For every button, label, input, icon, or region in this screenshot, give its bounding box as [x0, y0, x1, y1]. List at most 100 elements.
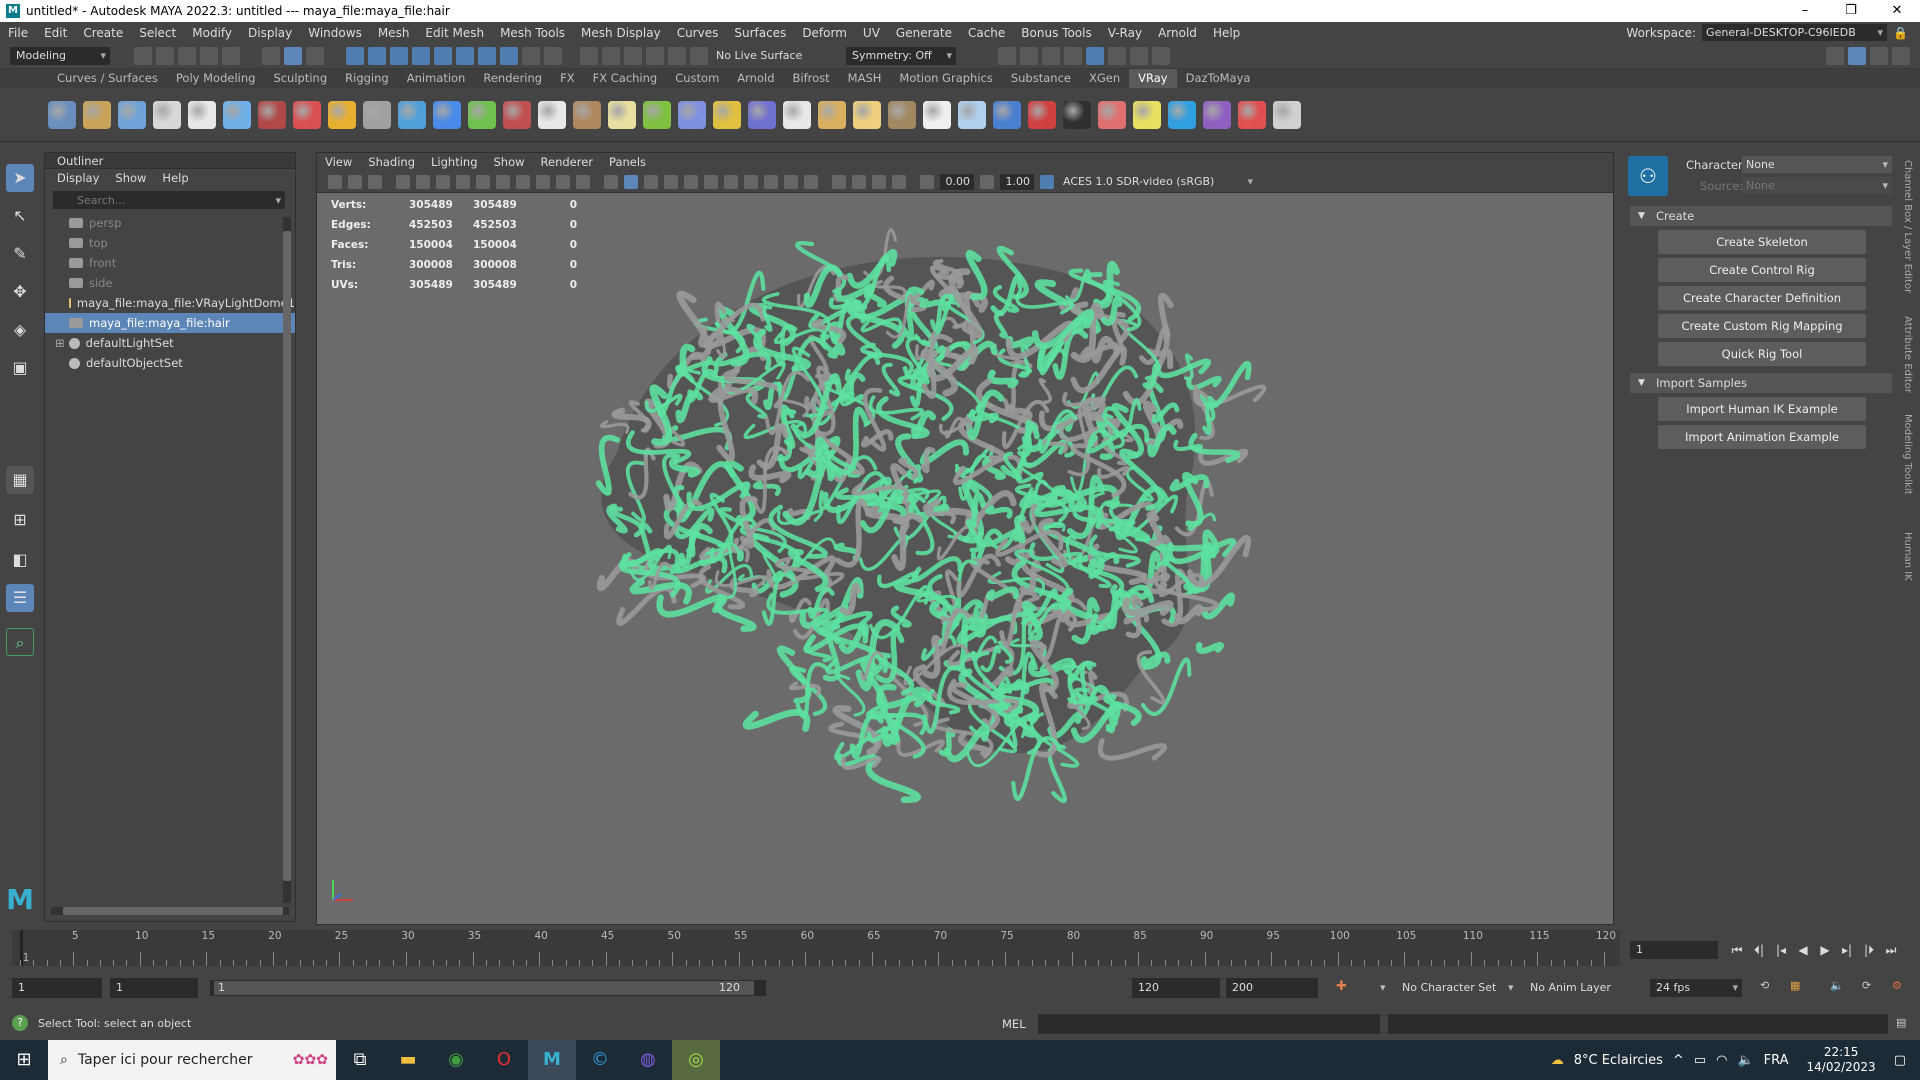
- shelf-tab-substance[interactable]: Substance: [1002, 69, 1080, 88]
- wifi-icon[interactable]: ◠: [1716, 1053, 1727, 1068]
- playback-end-field[interactable]: 120: [1132, 978, 1220, 998]
- vray-shelf-tool-icon-23[interactable]: [817, 100, 846, 129]
- viewport-menu-shading[interactable]: Shading: [360, 155, 423, 169]
- go-to-start-icon[interactable]: ⏮: [1726, 943, 1748, 958]
- move-tool-icon[interactable]: ✥: [6, 278, 34, 306]
- snap-grid-icon[interactable]: [346, 46, 364, 65]
- vray-shelf-tool-icon-29[interactable]: [1027, 100, 1056, 129]
- snap-view-plane-icon[interactable]: [412, 46, 430, 65]
- menu-item-mesh-display[interactable]: Mesh Display: [573, 26, 669, 40]
- vray-shelf-tool-icon-17[interactable]: [607, 100, 636, 129]
- expand-icon[interactable]: ⊞: [55, 336, 65, 350]
- shelf-tab-bifrost[interactable]: Bifrost: [784, 69, 839, 88]
- select-camera-icon[interactable]: [328, 174, 342, 189]
- new-scene-icon[interactable]: [134, 46, 152, 65]
- scene-start-field[interactable]: 1: [12, 978, 102, 998]
- vray-frame-buffer-icon[interactable]: ◎: [672, 1040, 720, 1080]
- vray-shelf-tool-icon-31[interactable]: [1097, 100, 1126, 129]
- smooth-shade-icon[interactable]: [624, 174, 638, 189]
- import-human-ik-example-button[interactable]: Import Human IK Example: [1658, 397, 1866, 421]
- save-scene-icon[interactable]: [178, 46, 196, 65]
- shelf-tab-rigging[interactable]: Rigging: [336, 69, 398, 88]
- channel-box-layout-icon[interactable]: [1870, 46, 1888, 65]
- loop-icon[interactable]: ⟲: [1760, 979, 1769, 992]
- symmetry-dropdown[interactable]: Symmetry: Off: [846, 46, 956, 65]
- viewport-panel[interactable]: View Shading Lighting Show Renderer Panels: [316, 152, 1614, 925]
- layout-icon[interactable]: [1826, 46, 1844, 65]
- auto-key-icon[interactable]: ✚: [1336, 979, 1347, 994]
- play-forwards-icon[interactable]: ▶: [1814, 943, 1836, 957]
- outliner-row[interactable]: ⊞ defaultLightSet: [45, 333, 295, 353]
- script-language-label[interactable]: MEL: [1002, 1017, 1026, 1031]
- menu-item-select[interactable]: Select: [131, 26, 184, 40]
- select-tool-icon[interactable]: ➤: [6, 164, 34, 192]
- c-app-icon[interactable]: ©: [576, 1040, 624, 1080]
- outliner-vertical-scrollbar[interactable]: [283, 217, 291, 903]
- viewport-menu-renderer[interactable]: Renderer: [533, 155, 602, 169]
- create-skeleton-button[interactable]: Create Skeleton: [1658, 230, 1866, 254]
- wireframe-icon[interactable]: [604, 174, 618, 189]
- snap-curve-icon[interactable]: [368, 46, 386, 65]
- exposure-field[interactable]: 0.00: [940, 173, 974, 190]
- sound-icon[interactable]: 🔈: [1830, 979, 1844, 992]
- vray-shelf-tool-icon-22[interactable]: [782, 100, 811, 129]
- search-icon[interactable]: ⌕: [6, 628, 34, 656]
- shelf-tab-rendering[interactable]: Rendering: [474, 69, 551, 88]
- shelf-tab-vray[interactable]: VRay: [1129, 69, 1177, 88]
- gate-mask-icon[interactable]: [516, 174, 530, 189]
- menu-item-modify[interactable]: Modify: [184, 26, 240, 40]
- snap-edge-icon[interactable]: [456, 46, 474, 65]
- input-ops-icon[interactable]: [580, 46, 598, 65]
- shelf-tab-fx[interactable]: FX: [551, 69, 584, 88]
- vray-shelf-tool-icon-1[interactable]: [47, 100, 76, 129]
- anim-prefs-icon[interactable]: ⚙: [1892, 979, 1902, 992]
- select-by-object-icon[interactable]: [284, 46, 302, 65]
- menu-item-create[interactable]: Create: [75, 26, 131, 40]
- menu-item-uv[interactable]: UV: [855, 26, 888, 40]
- script-editor-icon[interactable]: ▤: [1896, 1016, 1906, 1029]
- outliner-menu-help[interactable]: Help: [154, 171, 196, 185]
- lock-selection-icon[interactable]: [522, 46, 540, 65]
- construction-history-icon[interactable]: [624, 46, 642, 65]
- render-settings-icon[interactable]: [1064, 46, 1082, 65]
- outliner-row[interactable]: front: [45, 253, 295, 273]
- windows-start-icon[interactable]: ⊞: [0, 1040, 48, 1080]
- vray-shelf-tool-icon-8[interactable]: [292, 100, 321, 129]
- create-character-definition-button[interactable]: Create Character Definition: [1658, 286, 1866, 310]
- outliner-search-input[interactable]: Search...: [77, 194, 125, 207]
- side-tab-human-ik[interactable]: Human IK: [1902, 532, 1913, 581]
- safe-title-icon[interactable]: [576, 174, 590, 189]
- render-current-icon[interactable]: [1020, 46, 1038, 65]
- menu-item-arnold[interactable]: Arnold: [1150, 26, 1205, 40]
- menu-item-help[interactable]: Help: [1205, 26, 1248, 40]
- shelf-tab-custom[interactable]: Custom: [666, 69, 728, 88]
- outliner-row[interactable]: top: [45, 233, 295, 253]
- vray-shelf-tool-icon-13[interactable]: [467, 100, 496, 129]
- snap-point-icon[interactable]: [390, 46, 408, 65]
- outliner-layout-icon[interactable]: [1848, 46, 1866, 65]
- fps-dropdown[interactable]: 24 fps: [1650, 979, 1742, 997]
- chevron-up-icon[interactable]: ^: [1673, 1053, 1684, 1068]
- taskbar-search[interactable]: ⌕ Taper ici pour rechercher ✿✿✿: [48, 1040, 336, 1080]
- step-back-frame-icon[interactable]: |◂: [1770, 943, 1792, 957]
- scale-tool-icon[interactable]: ▣: [6, 354, 34, 382]
- go-to-end-icon[interactable]: ⏭: [1880, 943, 1902, 958]
- open-scene-icon[interactable]: [156, 46, 174, 65]
- textured-icon[interactable]: [684, 174, 698, 189]
- menu-item-display[interactable]: Display: [240, 26, 300, 40]
- menu-item-curves[interactable]: Curves: [669, 26, 727, 40]
- notifications-icon[interactable]: ▢: [1894, 1053, 1906, 1068]
- outliner-horizontal-scrollbar[interactable]: [51, 907, 289, 915]
- tool-settings-layout-icon[interactable]: [1892, 46, 1910, 65]
- menu-item-generate[interactable]: Generate: [888, 26, 960, 40]
- side-tab-modeling-toolkit[interactable]: Modeling Toolkit: [1902, 414, 1913, 495]
- vray-shelf-tool-icon-20[interactable]: [712, 100, 741, 129]
- isolate-select-icon[interactable]: [832, 174, 846, 189]
- redo-icon[interactable]: [222, 46, 240, 65]
- vray-pause-icon[interactable]: [1152, 46, 1170, 65]
- lock-icon[interactable]: 🔒: [1893, 26, 1908, 40]
- outliner-search[interactable]: Search... ▾: [53, 191, 285, 209]
- film-gate-icon[interactable]: [476, 174, 490, 189]
- camera-loop-icon[interactable]: [690, 46, 708, 65]
- playback-start-field[interactable]: 1: [110, 978, 198, 998]
